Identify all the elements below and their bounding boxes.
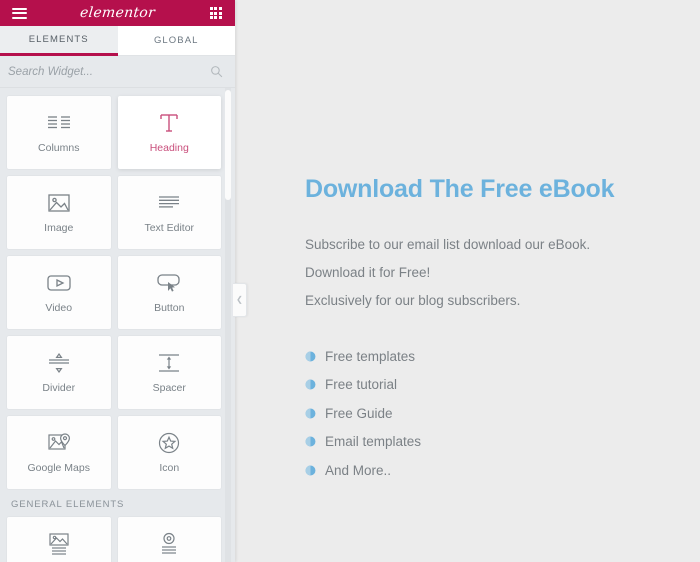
chevron-left-icon: ❮ — [236, 295, 243, 304]
widget-label: Heading — [149, 142, 189, 154]
button-cursor-icon — [156, 271, 183, 295]
paragraph-line: Subscribe to our email list download our… — [305, 237, 591, 252]
list-item-label: Free tutorial — [325, 377, 398, 393]
list-item: Email templates — [305, 428, 670, 457]
search-row — [0, 56, 235, 88]
apps-grid-button[interactable] — [205, 2, 227, 24]
blue-circle-bullet-icon — [305, 465, 316, 476]
blue-circle-bullet-icon — [305, 379, 316, 390]
search-input[interactable] — [8, 65, 210, 78]
hamburger-icon — [11, 7, 27, 19]
columns-icon — [45, 111, 72, 135]
general-widgets-grid: Image Box Icon Box — [7, 517, 221, 562]
tab-elements-label: ELEMENTS — [28, 34, 89, 45]
blue-circle-bullet-icon — [305, 436, 316, 447]
widget-label: Spacer — [152, 382, 186, 394]
widget-image-box[interactable]: Image Box — [7, 517, 111, 562]
elementor-logo: elementor — [79, 5, 156, 21]
video-play-icon — [45, 271, 72, 295]
list-item: Free tutorial — [305, 371, 670, 400]
search-icon[interactable] — [210, 65, 223, 78]
widget-columns[interactable]: Columns — [7, 96, 111, 169]
text-lines-icon — [156, 191, 183, 215]
blue-circle-bullet-icon — [305, 351, 316, 362]
image-icon — [45, 191, 72, 215]
map-pin-icon — [45, 431, 72, 455]
widget-label: Icon — [159, 462, 180, 474]
image-box-icon — [45, 532, 72, 556]
page-title: Download The Free eBook — [305, 175, 615, 203]
list-item: And More.. — [305, 456, 670, 485]
paragraph-line: Exclusively for our blog subscribers. — [305, 293, 521, 308]
widget-text-editor[interactable]: Text Editor — [117, 176, 221, 249]
widget-spacer[interactable]: Spacer — [117, 336, 221, 409]
paragraph-line: Download it for Free! — [305, 265, 431, 280]
widget-icon[interactable]: Icon — [117, 416, 221, 489]
basic-widgets-grid: Columns Heading Image Text Editor Video … — [7, 96, 221, 489]
list-item: Free Guide — [305, 399, 670, 428]
heading-t-icon — [156, 111, 183, 135]
widget-label: Columns — [38, 142, 80, 154]
general-elements-label: GENERAL ELEMENTS — [11, 499, 125, 510]
panel-header: elementor — [0, 0, 235, 26]
panel-collapse-button[interactable]: ❮ — [233, 283, 247, 317]
widget-label: Divider — [42, 382, 76, 394]
widget-label: Image — [44, 222, 74, 234]
widgets-panel: elementor ELEMENTS GLOBAL Search Widget.… — [0, 0, 235, 562]
hamburger-menu-button[interactable] — [8, 2, 30, 24]
widget-heading[interactable]: Heading — [117, 96, 221, 169]
widget-button[interactable]: Button — [117, 256, 221, 329]
widget-image[interactable]: Image — [7, 176, 111, 249]
panel-scrollbar-thumb[interactable] — [225, 90, 231, 200]
page-canvas[interactable]: Download The Free eBook Subscribe to our… — [235, 0, 700, 562]
widget-label: Button — [154, 302, 185, 314]
tab-global-label: GLOBAL — [153, 35, 199, 46]
ebook-feature-list: Free templates Free tutorial Free Guide — [305, 342, 670, 485]
widget-video[interactable]: Video — [7, 256, 111, 329]
elementor-editor: elementor ELEMENTS GLOBAL Search Widget.… — [0, 0, 700, 562]
ebook-section: Download The Free eBook Subscribe to our… — [305, 175, 670, 485]
list-item-label: And More.. — [325, 462, 392, 478]
star-circle-icon — [156, 431, 183, 455]
tab-elements[interactable]: ELEMENTS — [0, 26, 118, 56]
widget-label: Google Maps — [27, 462, 90, 474]
ebook-paragraph-block: Subscribe to our email list download our… — [305, 231, 670, 315]
widget-google-maps[interactable]: Google Maps — [7, 416, 111, 489]
divider-icon — [45, 351, 72, 375]
icon-box-icon — [156, 532, 183, 556]
tab-global[interactable]: GLOBAL — [117, 26, 235, 56]
widget-label: Video — [45, 302, 73, 314]
list-item-label: Free templates — [325, 348, 416, 364]
widget-label: Text Editor — [144, 222, 195, 234]
widget-divider[interactable]: Divider — [7, 336, 111, 409]
widget-icon-box[interactable]: Icon Box — [117, 517, 221, 562]
list-item: Free templates — [305, 342, 670, 371]
list-item-label: Email templates — [325, 434, 422, 450]
list-item-label: Free Guide — [325, 405, 393, 421]
panel-tabs: ELEMENTS GLOBAL — [0, 26, 235, 56]
spacer-arrows-icon — [156, 351, 183, 375]
widget-list-scroll-area[interactable]: Columns Heading Image Text Editor Video … — [0, 88, 235, 562]
blue-circle-bullet-icon — [305, 408, 316, 419]
grid-apps-icon — [209, 6, 223, 20]
